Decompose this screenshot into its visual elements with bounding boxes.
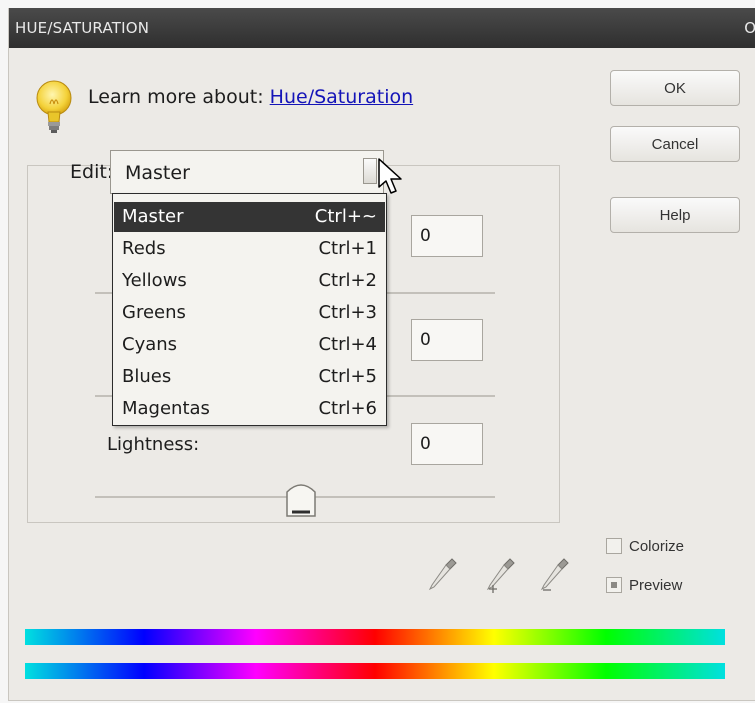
menu-item-shortcut: Ctrl+5	[318, 366, 377, 387]
hue-field[interactable]: 0	[411, 215, 483, 257]
learn-more-row: Learn more about: Hue/Saturation	[88, 86, 413, 108]
menu-item-master[interactable]: Master Ctrl+~	[114, 202, 385, 232]
edit-dropdown-value: Master	[125, 162, 190, 184]
lightness-slider-thumb[interactable]	[283, 478, 319, 518]
edit-label: Edit:	[70, 161, 114, 183]
eyedropper-minus-icon[interactable]	[537, 555, 571, 595]
menu-item-shortcut: Ctrl+3	[318, 302, 377, 323]
preview-checkbox[interactable]	[606, 577, 622, 593]
menu-item-shortcut: Ctrl+6	[318, 398, 377, 419]
menu-item-shortcut: Ctrl+4	[318, 334, 377, 355]
menu-item-label: Reds	[122, 238, 166, 259]
learn-more-link[interactable]: Hue/Saturation	[270, 86, 413, 108]
menu-item-label: Greens	[122, 302, 186, 323]
cancel-button[interactable]: Cancel	[610, 126, 740, 162]
eyedropper-plus-icon[interactable]	[483, 555, 517, 595]
lightness-field[interactable]: 0	[411, 423, 483, 465]
colorize-checkbox[interactable]	[606, 538, 622, 554]
menu-item-label: Cyans	[122, 334, 178, 355]
learn-more-prefix: Learn more about:	[88, 86, 264, 108]
dropdown-button-icon[interactable]	[363, 158, 377, 184]
lightbulb-icon	[36, 80, 72, 133]
saturation-field[interactable]: 0	[411, 319, 483, 361]
menu-item-cyans[interactable]: Cyans Ctrl+4	[114, 330, 385, 360]
menu-item-shortcut: Ctrl+2	[318, 270, 377, 291]
ok-button[interactable]: OK	[610, 70, 740, 106]
menu-item-label: Magentas	[122, 398, 210, 419]
menu-item-label: Master	[122, 206, 184, 227]
input-color-spectrum-bar	[25, 629, 725, 645]
close-icon[interactable]: O	[744, 19, 755, 37]
help-button[interactable]: Help	[610, 197, 740, 233]
preview-label: Preview	[629, 577, 683, 594]
output-color-spectrum-bar	[25, 663, 725, 679]
menu-item-reds[interactable]: Reds Ctrl+1	[114, 234, 385, 264]
menu-item-yellows[interactable]: Yellows Ctrl+2	[114, 266, 385, 296]
dialog-title: HUE/SATURATION	[15, 19, 150, 37]
lightness-label: Lightness:	[107, 434, 200, 455]
menu-item-shortcut: Ctrl+~	[314, 206, 377, 227]
eyedropper-icon[interactable]	[425, 555, 459, 595]
mouse-cursor-icon	[378, 158, 402, 194]
menu-item-label: Yellows	[122, 270, 187, 291]
menu-item-label: Blues	[122, 366, 172, 387]
menu-item-blues[interactable]: Blues Ctrl+5	[114, 362, 385, 392]
menu-item-shortcut: Ctrl+1	[318, 238, 377, 259]
checkbox-mark-icon	[611, 582, 617, 588]
menu-item-magentas[interactable]: Magentas Ctrl+6	[114, 394, 385, 424]
edit-dropdown-menu: Master Ctrl+~ Reds Ctrl+1 Yellows Ctrl+2…	[112, 193, 387, 426]
edit-dropdown[interactable]: Master	[110, 150, 384, 194]
title-bar: HUE/SATURATION O	[9, 8, 755, 48]
menu-item-greens[interactable]: Greens Ctrl+3	[114, 298, 385, 328]
colorize-label: Colorize	[629, 538, 685, 555]
